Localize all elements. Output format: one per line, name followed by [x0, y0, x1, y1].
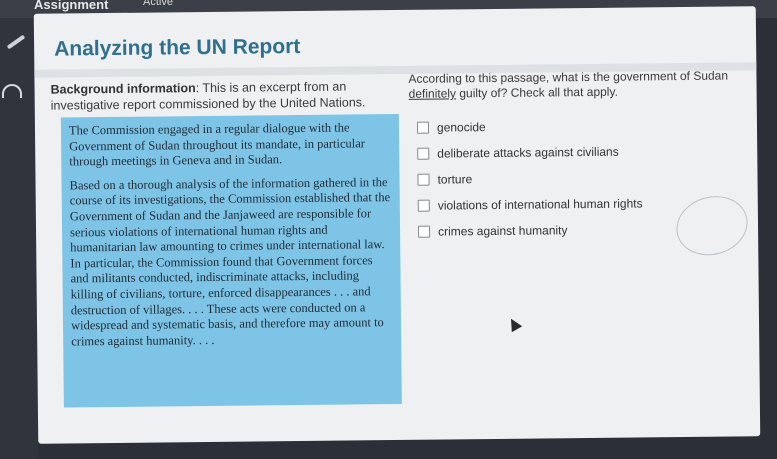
page-title: Analyzing the UN Report [54, 35, 301, 61]
pencil-icon[interactable] [6, 34, 26, 50]
excerpt-paragraph-2: Based on a thorough analysis of the info… [69, 174, 391, 349]
option-human-rights-violations[interactable]: violations of international human rights [417, 195, 643, 213]
checkbox[interactable] [417, 147, 430, 160]
question-emphasis: definitely [408, 86, 457, 101]
question-prompt: According to this passage, what is the g… [408, 68, 738, 101]
background-info: Background information: This is an excer… [50, 78, 405, 114]
option-crimes-against-humanity[interactable]: crimes against humanity [418, 222, 568, 240]
checkbox[interactable] [418, 225, 431, 238]
option-genocide[interactable]: genocide [416, 119, 486, 136]
assignment-tab[interactable]: Assignment [34, 0, 108, 12]
report-excerpt: The Commission engaged in a regular dial… [60, 113, 402, 408]
question-text-before: According to this passage, what is the g… [408, 68, 729, 86]
option-label: violations of international human rights [437, 196, 643, 213]
decorative-circle [669, 188, 755, 264]
option-label: genocide [436, 120, 486, 135]
option-deliberate-attacks[interactable]: deliberate attacks against civilians [417, 144, 619, 162]
checkbox[interactable] [416, 121, 430, 134]
option-label: torture [437, 172, 473, 187]
option-label: deliberate attacks against civilians [437, 144, 619, 161]
arc-icon[interactable] [2, 84, 22, 98]
option-torture[interactable]: torture [417, 171, 472, 188]
checkbox[interactable] [417, 199, 430, 212]
checkbox[interactable] [417, 173, 430, 186]
assignment-card: Analyzing the UN Report Background infor… [33, 6, 761, 444]
background-label: Background information [50, 81, 196, 97]
question-text-after: guilty of? Check all that apply. [455, 84, 618, 101]
status-label: Active [143, 0, 173, 8]
option-label: crimes against humanity [437, 223, 568, 239]
left-rail [0, 18, 38, 459]
excerpt-paragraph-1: The Commission engaged in a regular dial… [68, 120, 365, 169]
